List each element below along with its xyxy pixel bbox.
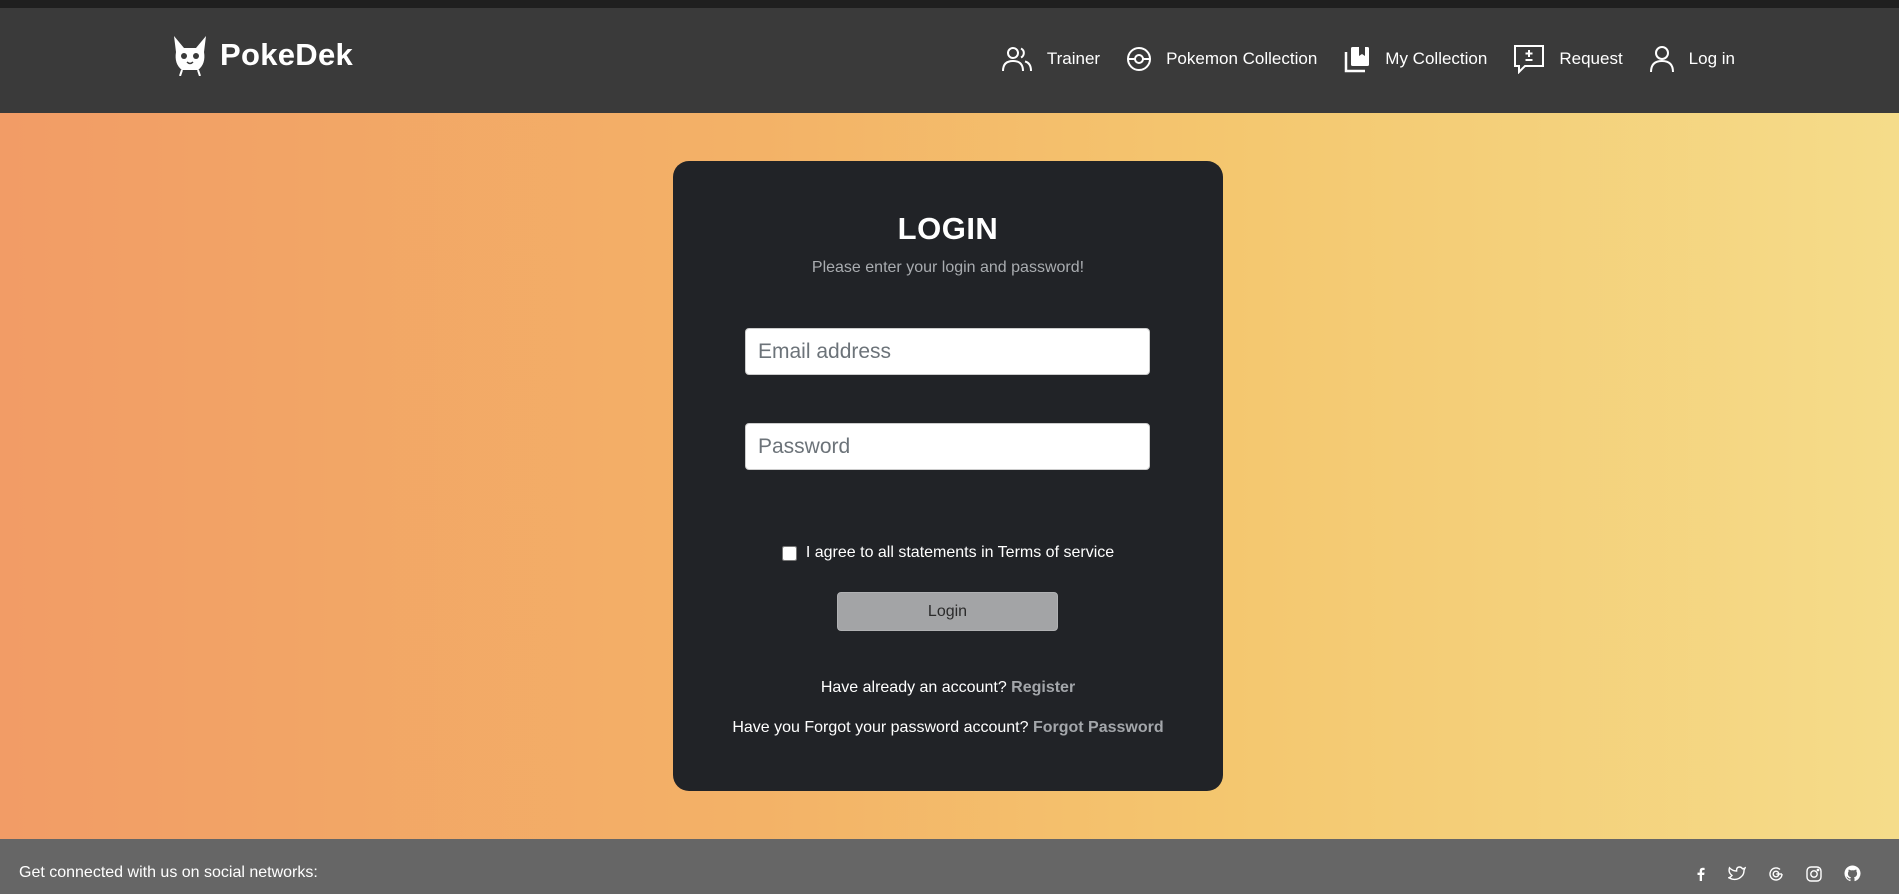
nav-item-request[interactable]: Request: [1513, 44, 1623, 74]
nav-item-trainer[interactable]: Trainer: [1001, 45, 1100, 73]
social-links: [1696, 865, 1861, 882]
email-input[interactable]: [745, 328, 1150, 375]
forgot-password-link[interactable]: Forgot Password: [1033, 719, 1164, 736]
nav-item-pokemon-collection[interactable]: Pokemon Collection: [1126, 46, 1317, 72]
navbar: PokeDek Trainer Pokemon Collection My Co…: [0, 8, 1899, 113]
forgot-prompt: Have you Forgot your password account?: [732, 719, 1033, 736]
pokeball-icon: [1127, 47, 1152, 71]
register-prompt: Have already an account?: [820, 679, 1012, 696]
google-icon[interactable]: [1768, 866, 1784, 882]
terms-label: I agree to all statements in Terms of se…: [805, 544, 1115, 561]
login-subtitle: Please enter your login and password!: [811, 259, 1085, 276]
collection-icon: [1345, 47, 1370, 73]
top-strip: [0, 0, 1899, 8]
brand[interactable]: PokeDek: [170, 34, 353, 76]
nav-item-label: My Collection: [1385, 49, 1488, 68]
footer: Get connected with us on social networks…: [0, 839, 1899, 894]
github-icon[interactable]: [1844, 865, 1861, 882]
request-icon: [1514, 45, 1545, 74]
register-link[interactable]: Register: [1011, 679, 1075, 696]
nav-item-label: Trainer: [1046, 49, 1101, 68]
nav-item-my-collection[interactable]: My Collection: [1343, 45, 1487, 73]
user-icon: [1649, 46, 1674, 73]
login-title: LOGIN: [897, 211, 999, 246]
nav-item-login[interactable]: Log in: [1649, 45, 1735, 73]
facebook-icon[interactable]: [1696, 867, 1706, 881]
footer-text: Get connected with us on social networks…: [19, 864, 318, 881]
login-card: LOGIN Please enter your login and passwo…: [673, 161, 1223, 791]
login-button[interactable]: Login: [837, 592, 1058, 631]
password-input[interactable]: [745, 423, 1150, 470]
nav-item-label: Request: [1559, 49, 1623, 68]
instagram-icon[interactable]: [1806, 865, 1822, 882]
nav-menu: Trainer Pokemon Collection My Collection: [1001, 44, 1735, 74]
terms-agreement: I agree to all statements in Terms of se…: [673, 544, 1223, 562]
nav-item-label: Pokemon Collection: [1166, 49, 1318, 68]
forgot-line: Have you Forgot your password account? F…: [673, 719, 1223, 737]
terms-checkbox[interactable]: [781, 545, 797, 561]
pikachu-logo-icon: [174, 36, 206, 76]
users-icon: [1001, 47, 1032, 72]
register-line: Have already an account? Register: [673, 679, 1223, 697]
brand-name: PokeDek: [220, 37, 354, 72]
nav-item-label: Log in: [1688, 49, 1735, 68]
twitter-icon[interactable]: [1728, 866, 1746, 881]
